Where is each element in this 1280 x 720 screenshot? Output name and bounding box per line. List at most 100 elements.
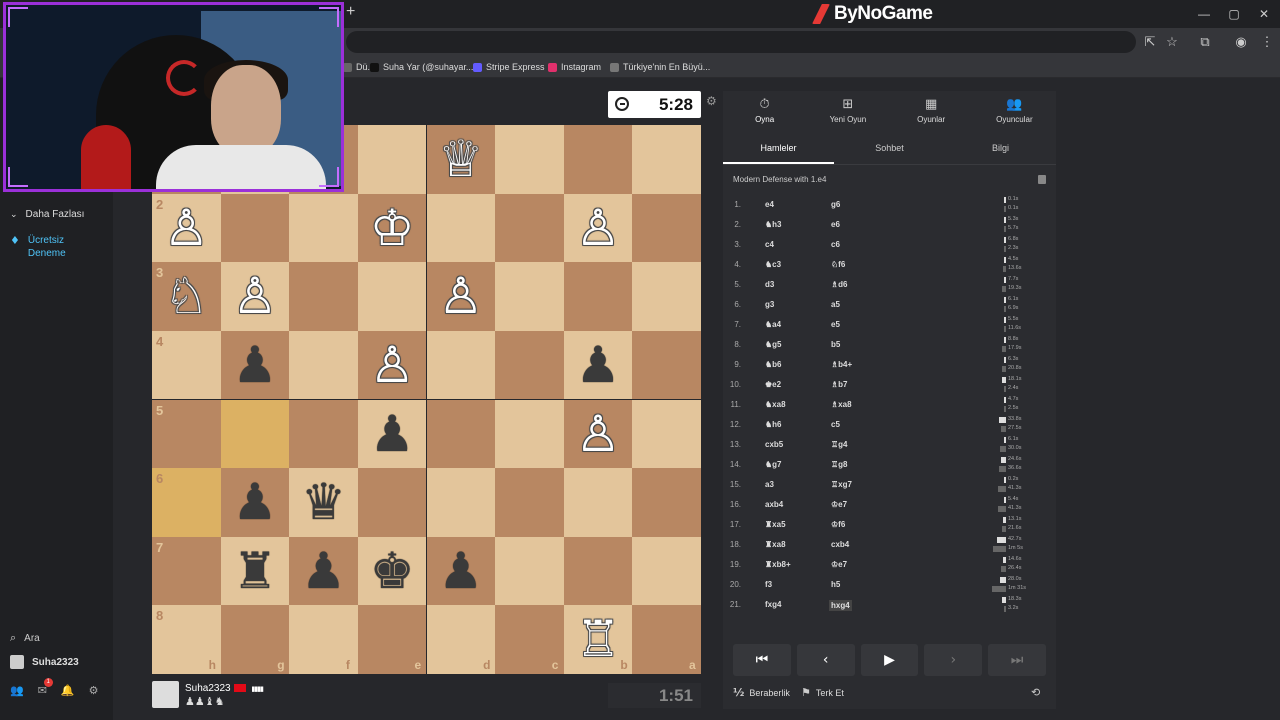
- maximize-icon[interactable]: ▢: [1219, 4, 1249, 24]
- white-piece[interactable]: ♙: [152, 194, 221, 263]
- black-move[interactable]: e5: [831, 320, 840, 329]
- white-piece[interactable]: ♙: [564, 194, 633, 263]
- black-piece[interactable]: ♟: [427, 537, 496, 606]
- board-square[interactable]: [632, 399, 701, 469]
- board-square[interactable]: [495, 125, 564, 194]
- flip-board-icon[interactable]: ⟲: [1031, 686, 1040, 699]
- white-move[interactable]: e4: [765, 200, 774, 209]
- trash-icon[interactable]: [1038, 175, 1046, 184]
- black-move[interactable]: ♔e7: [831, 500, 847, 509]
- black-move[interactable]: g6: [831, 200, 840, 209]
- board-square[interactable]: [357, 125, 427, 194]
- black-piece[interactable]: ♟: [358, 400, 427, 469]
- board-square[interactable]: [632, 125, 701, 194]
- black-piece[interactable]: ♜: [221, 537, 290, 606]
- board-square[interactable]: [632, 468, 701, 537]
- board-square[interactable]: [495, 262, 564, 331]
- bookmark-star-icon[interactable]: ☆: [1163, 33, 1181, 51]
- white-move[interactable]: ♜xa5: [765, 520, 786, 529]
- white-move[interactable]: ♞h3: [765, 220, 782, 229]
- install-app-icon[interactable]: ⇱: [1141, 33, 1159, 51]
- profile-icon[interactable]: ◉: [1232, 33, 1250, 51]
- board-square[interactable]: [632, 262, 701, 331]
- resign-button[interactable]: ⚑ Terk Et: [801, 686, 844, 699]
- white-move[interactable]: ♜xa8: [765, 540, 786, 549]
- black-move[interactable]: ♗b4+: [831, 360, 852, 369]
- board-square[interactable]: [426, 399, 496, 469]
- board-square[interactable]: [632, 330, 701, 400]
- white-piece[interactable]: ♘: [152, 262, 221, 331]
- player-name[interactable]: Suha2323: [185, 683, 231, 694]
- black-move[interactable]: ♔e7: [831, 560, 847, 569]
- black-move[interactable]: ♖g4: [831, 440, 848, 449]
- black-move[interactable]: ♘f6: [831, 260, 845, 269]
- board-square[interactable]: [289, 399, 358, 469]
- sidebar-search[interactable]: ⌕ Ara: [10, 631, 40, 645]
- board-square[interactable]: [563, 125, 633, 194]
- white-piece[interactable]: ♔: [358, 194, 427, 263]
- black-move[interactable]: c6: [831, 240, 840, 249]
- tab-moves[interactable]: Hamleler: [723, 135, 834, 164]
- board-square[interactable]: [495, 193, 564, 263]
- board-settings-icon[interactable]: ⚙: [706, 94, 717, 108]
- sidebar-user[interactable]: Suha2323: [10, 655, 79, 669]
- new-tab-icon[interactable]: +: [346, 3, 362, 23]
- black-piece[interactable]: ♟: [221, 468, 290, 537]
- board-square[interactable]: [563, 262, 633, 331]
- board-square[interactable]: [563, 468, 633, 537]
- next-move-button[interactable]: ›: [924, 644, 983, 676]
- white-move[interactable]: ♞g5: [765, 340, 782, 349]
- menu-icon[interactable]: ⋮: [1258, 33, 1276, 51]
- black-move[interactable]: ♖xg7: [831, 480, 852, 489]
- board-square[interactable]: [289, 330, 358, 400]
- play-button[interactable]: ▶: [860, 644, 919, 676]
- friends-icon[interactable]: 👥: [10, 684, 24, 697]
- white-move[interactable]: ♞g7: [765, 460, 782, 469]
- white-move[interactable]: c4: [765, 240, 774, 249]
- bookmark-item[interactable]: Instagram: [548, 59, 601, 75]
- white-move[interactable]: f3: [765, 580, 772, 589]
- black-move[interactable]: ♖g8: [831, 460, 848, 469]
- gear-icon[interactable]: ⚙: [89, 684, 99, 697]
- white-move[interactable]: fxg4: [765, 600, 781, 609]
- black-piece[interactable]: ♟: [289, 537, 358, 606]
- brand-logo[interactable]: ByNoGame: [812, 2, 933, 26]
- white-piece[interactable]: ♙: [221, 262, 290, 331]
- white-move[interactable]: ♞xa8: [765, 400, 786, 409]
- board-square[interactable]: [632, 193, 701, 263]
- board-square[interactable]: [563, 536, 633, 606]
- bookmark-item[interactable]: Türkiye'nin En Büyü...: [610, 59, 710, 75]
- sidebar-more[interactable]: ⌄ Daha Fazlası: [10, 209, 84, 220]
- first-move-button[interactable]: ⏮: [733, 644, 791, 676]
- white-piece[interactable]: ♙: [358, 331, 427, 400]
- black-move[interactable]: cxb4: [831, 540, 849, 549]
- bookmark-item[interactable]: Stripe Express: [473, 59, 545, 75]
- mail-icon[interactable]: ✉ 1: [38, 678, 53, 697]
- board-square[interactable]: [220, 399, 290, 469]
- white-move[interactable]: ♚e2: [765, 380, 781, 389]
- white-move[interactable]: cxb5: [765, 440, 783, 449]
- white-move[interactable]: axb4: [765, 500, 783, 509]
- address-bar[interactable]: [346, 31, 1136, 53]
- black-move[interactable]: b5: [831, 340, 840, 349]
- tab-info[interactable]: Bilgi: [945, 135, 1056, 164]
- tab-players[interactable]: 👥 Oyuncular: [973, 91, 1056, 131]
- bell-icon[interactable]: 🔔: [61, 684, 75, 697]
- white-move[interactable]: a3: [765, 480, 774, 489]
- white-piece[interactable]: ♖: [564, 605, 633, 674]
- black-move[interactable]: c5: [831, 420, 840, 429]
- board-square[interactable]: [220, 193, 290, 263]
- board-square[interactable]: [289, 262, 358, 331]
- tab-games[interactable]: ▦ Oyunlar: [890, 91, 973, 131]
- prev-move-button[interactable]: ‹: [796, 644, 855, 676]
- draw-button[interactable]: ½ Beraberlik: [733, 686, 790, 699]
- bookmark-item[interactable]: Suha Yar (@suhayar...: [370, 59, 473, 75]
- white-move[interactable]: ♞a4: [765, 320, 781, 329]
- black-move[interactable]: ♗d6: [831, 280, 848, 289]
- black-move[interactable]: h5: [831, 580, 840, 589]
- black-move[interactable]: ♗b7: [831, 380, 848, 389]
- player-avatar[interactable]: [152, 681, 179, 708]
- tab-chat[interactable]: Sohbet: [834, 135, 945, 164]
- white-move[interactable]: ♞b6: [765, 360, 782, 369]
- white-piece[interactable]: ♙: [564, 400, 633, 469]
